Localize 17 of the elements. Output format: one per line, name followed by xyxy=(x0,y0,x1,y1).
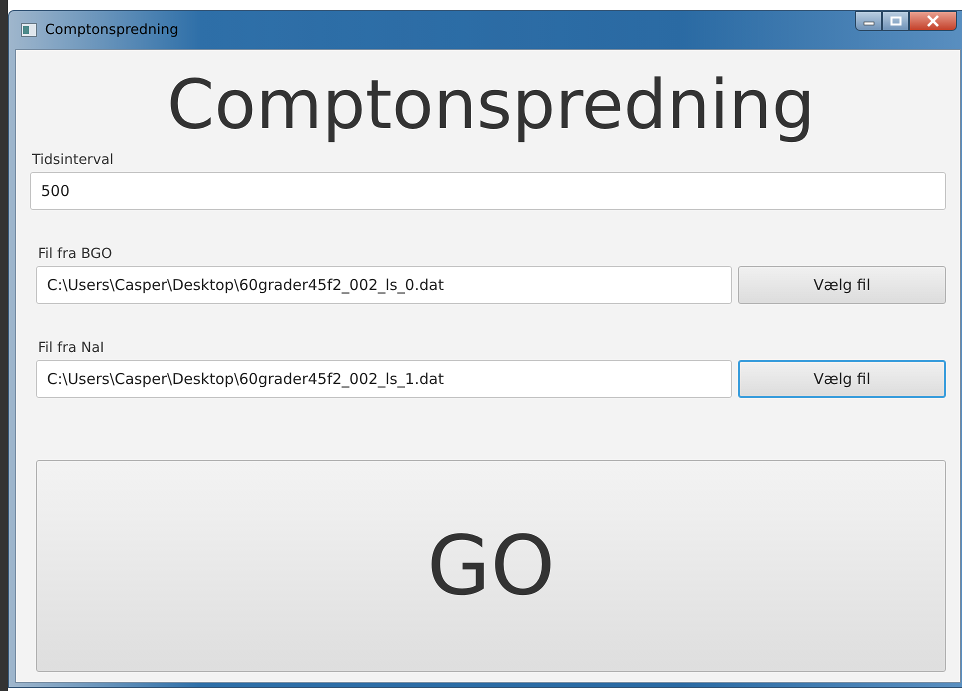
field-label: Fil fra BGO xyxy=(37,246,114,262)
input-field[interactable]: C:\Users\Casper\Desktop\60grader45f2_002_ls_0.dat xyxy=(36,266,732,304)
window-icon xyxy=(21,23,37,37)
field-label: Fil fra NaI xyxy=(37,340,106,356)
close-icon xyxy=(926,15,940,27)
close-button[interactable] xyxy=(909,11,957,31)
input-field[interactable]: 500 xyxy=(30,172,946,210)
input-field[interactable]: C:\Users\Casper\Desktop\60grader45f2_002_ls_1.dat xyxy=(36,360,732,398)
choose-file-button[interactable]: Vælg fil xyxy=(738,360,946,398)
go-button[interactable]: GO xyxy=(36,460,946,672)
maximize-button[interactable] xyxy=(882,11,909,31)
app-heading: Comptonspredning xyxy=(166,66,816,146)
window-title: Comptonspredning xyxy=(45,22,178,38)
maximize-icon xyxy=(890,16,902,26)
minimize-button[interactable] xyxy=(855,11,882,31)
choose-file-button[interactable]: Vælg fil xyxy=(738,266,946,304)
field-label: Tidsinterval xyxy=(31,152,115,168)
